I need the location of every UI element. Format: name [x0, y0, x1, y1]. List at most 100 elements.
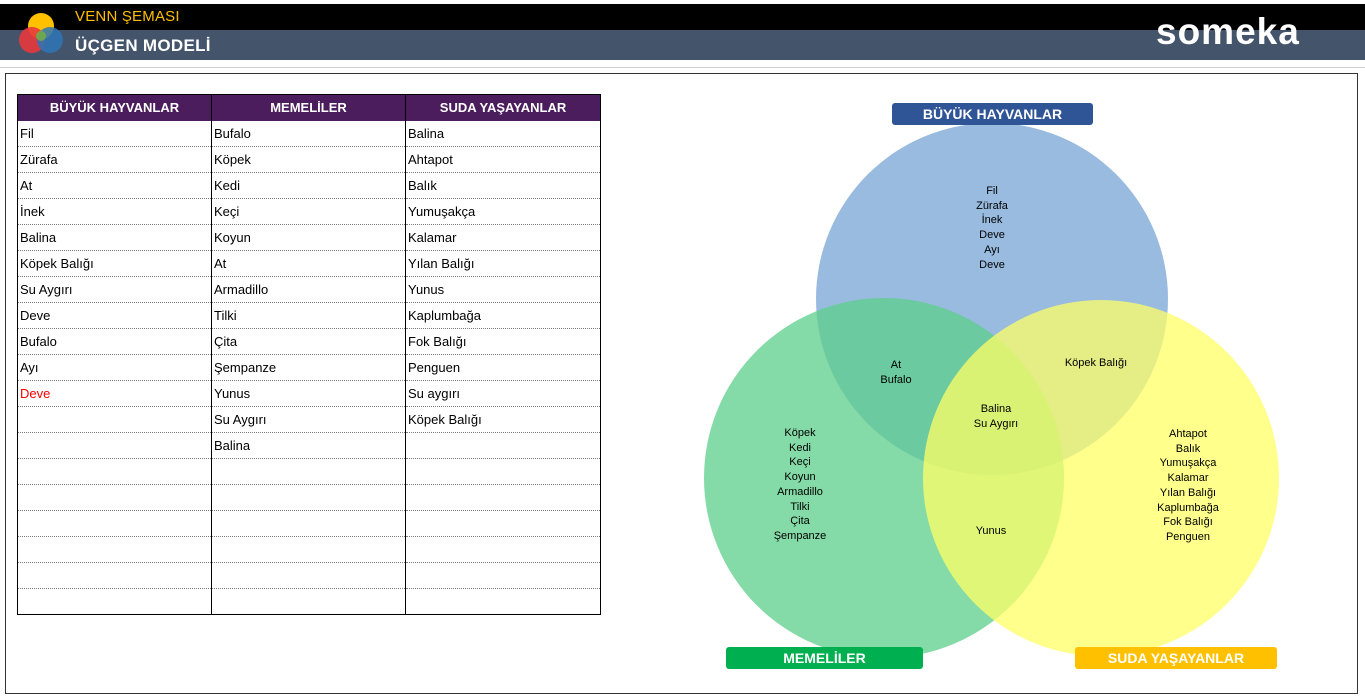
table-cell[interactable]: Ayı [17, 354, 212, 381]
venn-item: Armadillo [777, 485, 823, 498]
venn-item: Tilki [790, 500, 810, 513]
region-mammals-aquatic: Yunus [911, 524, 1071, 539]
venn-item: Kedi [788, 441, 812, 454]
table-cell[interactable]: Köpek [211, 146, 406, 173]
table-cell[interactable]: Yılan Balığı [405, 250, 601, 277]
table-cell[interactable]: Kaplumbağa [405, 302, 601, 329]
table-cell[interactable] [211, 588, 406, 615]
table-cell[interactable]: Yumuşakça [405, 198, 601, 225]
table-row [17, 536, 601, 563]
table-cell[interactable]: Çita [211, 328, 406, 355]
table-cell[interactable]: Şempanze [211, 354, 406, 381]
venn-item: Keçi [789, 456, 811, 469]
region-all-three: Balina Su Aygırı [916, 402, 1076, 431]
table-cell[interactable] [17, 484, 212, 511]
table-cell[interactable]: Balina [211, 432, 406, 459]
venn-item: Balina [980, 403, 1012, 415]
table-cell[interactable]: İnek [17, 198, 212, 225]
venn-logo-icon [19, 13, 63, 53]
table-cell[interactable] [211, 562, 406, 589]
table-cell[interactable]: Keçi [211, 198, 406, 225]
venn-item: Penguen [1165, 530, 1211, 543]
table-cell[interactable]: Fok Balığı [405, 328, 601, 355]
table-cell[interactable] [17, 406, 212, 433]
venn-item: At [890, 359, 902, 371]
table-cell[interactable]: Balina [405, 120, 601, 147]
table-cell[interactable]: Zürafa [17, 146, 212, 173]
venn-item: Yumuşakça [1159, 457, 1217, 470]
venn-item: Su Aygırı [973, 417, 1019, 430]
table-cell[interactable]: Bufalo [17, 328, 212, 355]
table-cell[interactable] [405, 588, 601, 615]
column-header-big-animals: BÜYÜK HAYVANLAR [17, 94, 212, 121]
venn-item: Yılan Balığı [1159, 486, 1217, 499]
table-cell[interactable] [211, 510, 406, 537]
table-cell[interactable] [211, 458, 406, 485]
table-cell[interactable] [405, 432, 601, 459]
table-cell[interactable]: Bufalo [211, 120, 406, 147]
table-cell[interactable] [17, 510, 212, 537]
region-only-aquatic: Ahtapot Balık Yumuşakça Kalamar Yılan Balığı… [1108, 427, 1268, 545]
venn-item: Bufalo [880, 373, 912, 386]
table-row [17, 484, 601, 511]
venn-item: Koyun [784, 471, 816, 484]
table-cell[interactable] [17, 432, 212, 459]
table-cell[interactable]: Kalamar [405, 224, 601, 251]
table-cell[interactable]: Penguen [405, 354, 601, 381]
column-header-aquatic: SUDA YAŞAYANLAR [405, 94, 601, 121]
venn-item: Köpek Balığı [1064, 357, 1128, 369]
toolbar-strip [0, 62, 1365, 68]
venn-item: Ahtapot [1169, 428, 1207, 440]
table-row: Deve Tilki Kaplumbağa [17, 302, 601, 329]
venn-label-big-animals: BÜYÜK HAYVANLAR [892, 103, 1093, 125]
table-row: Balina [17, 432, 601, 459]
venn-item: Şempanze [773, 529, 827, 542]
table-cell[interactable]: Deve [17, 302, 212, 329]
table-cell[interactable] [405, 562, 601, 589]
table-cell[interactable] [211, 536, 406, 563]
table-cell[interactable]: Yunus [405, 276, 601, 303]
table-cell[interactable] [405, 536, 601, 563]
region-big-animals-aquatic: Köpek Balığı [1016, 356, 1176, 371]
region-only-mammals: Köpek Kedi Keçi Koyun Armadillo Tilki Çita Şemp… [720, 426, 880, 544]
table-cell[interactable]: Fil [17, 120, 212, 147]
table-cell[interactable]: Su Aygırı [17, 276, 212, 303]
column-header-mammals: MEMELİLER [211, 94, 406, 121]
table-cell[interactable]: Yunus [211, 380, 406, 407]
table-cell[interactable]: At [211, 250, 406, 277]
brand-logo[interactable]: someka [1156, 10, 1300, 54]
table-cell[interactable] [405, 510, 601, 537]
table-cell[interactable] [211, 484, 406, 511]
table-cell[interactable]: Ahtapot [405, 146, 601, 173]
venn-label-mammals: MEMELİLER [726, 647, 923, 669]
table-row: Balina Koyun Kalamar [17, 224, 601, 251]
data-table: BÜYÜK HAYVANLAR MEMELİLER SUDA YAŞAYANLA… [17, 94, 601, 615]
table-cell[interactable]: Su aygırı [405, 380, 601, 407]
venn-item: Çita [790, 515, 810, 528]
table-cell[interactable]: Balık [405, 172, 601, 199]
table-cell[interactable] [17, 536, 212, 563]
table-row: Ayı Şempanze Penguen [17, 354, 601, 381]
venn-item: Kalamar [1167, 472, 1209, 485]
table-cell[interactable]: Köpek Balığı [405, 406, 601, 433]
table-cell[interactable] [17, 562, 212, 589]
table-cell[interactable] [17, 458, 212, 485]
table-cell[interactable] [405, 458, 601, 485]
table-cell[interactable]: Deve [17, 380, 212, 407]
table-cell[interactable]: Kedi [211, 172, 406, 199]
table-cell[interactable]: Su Aygırı [211, 406, 406, 433]
table-cell[interactable]: Armadillo [211, 276, 406, 303]
table-row [17, 458, 601, 485]
table-cell[interactable]: Koyun [211, 224, 406, 251]
table-cell[interactable]: Tilki [211, 302, 406, 329]
table-cell[interactable]: Köpek Balığı [17, 250, 212, 277]
table-cell[interactable]: At [17, 172, 212, 199]
table-cell[interactable]: Balina [17, 224, 212, 251]
venn-item: İnek [981, 214, 1003, 227]
table-cell[interactable] [405, 484, 601, 511]
venn-item: Köpek [784, 427, 816, 439]
table-cell[interactable] [17, 588, 212, 615]
table-row: Bufalo Çita Fok Balığı [17, 328, 601, 355]
table-row: At Kedi Balık [17, 172, 601, 199]
region-only-big-animals: Fil Zürafa İnek Deve Ayı Deve [912, 184, 1072, 272]
